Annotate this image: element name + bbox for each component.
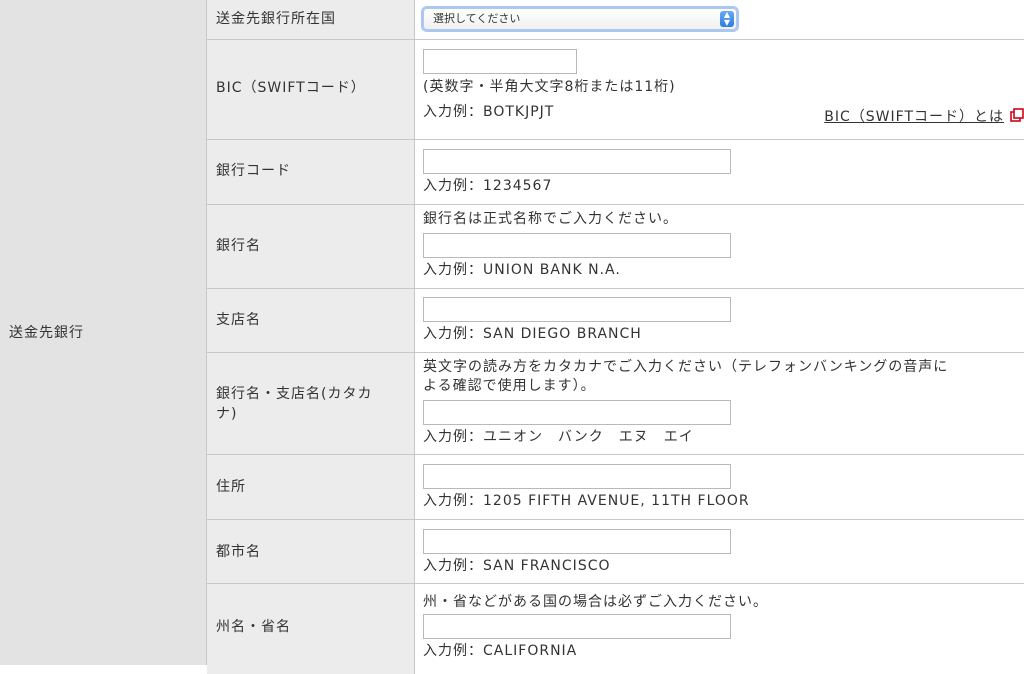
country-select-value: 選択してください [433, 12, 521, 25]
bank-code-example: 入力例：1234567 [423, 178, 553, 194]
row-city: 都市名 入力例：SAN FRANCISCO [207, 520, 1024, 584]
section-label: 送金先銀行 [9, 325, 84, 341]
row-bank-code: 銀行コード 入力例：1234567 [207, 140, 1024, 205]
address-label: 住所 [216, 479, 246, 495]
bic-hint: (英数字・半角大文字8桁または11桁) [423, 79, 676, 95]
address-example: 入力例：1205 FIFTH AVENUE, 11TH FLOOR [423, 493, 750, 509]
row-bic: BIC（SWIFTコード） (英数字・半角大文字8桁または11桁) 入力例：BO… [207, 40, 1024, 140]
row-state: 州名・省名 州・省などがある国の場合は必ずご入力ください。 入力例：CALIFO… [207, 584, 1024, 674]
city-example: 入力例：SAN FRANCISCO [423, 558, 611, 574]
branch-input[interactable] [423, 297, 731, 322]
kana-label-line2: ナ) [216, 406, 238, 422]
state-input[interactable] [423, 614, 731, 639]
kana-note-line1: 英文字の読み方をカタカナでご入力ください（テレフォンバンキングの音声に [423, 359, 949, 375]
bank-name-input[interactable] [423, 233, 731, 258]
kana-example: 入力例：ユニオン バンク エヌ エイ [423, 429, 694, 445]
kana-label-line1: 銀行名・支店名(カタカ [216, 386, 373, 402]
row-branch: 支店名 入力例：SAN DIEGO BRANCH [207, 289, 1024, 353]
external-link-icon [1010, 108, 1024, 122]
bic-info-link[interactable]: BIC（SWIFTコード）とは [824, 106, 1004, 126]
country-label: 送金先銀行所在国 [216, 11, 336, 27]
state-note: 州・省などがある国の場合は必ずご入力ください。 [423, 594, 768, 610]
city-label: 都市名 [216, 544, 261, 560]
bank-code-input[interactable] [423, 149, 731, 174]
row-kana: 銀行名・支店名(カタカ ナ) 英文字の読み方をカタカナでご入力ください（テレフォ… [207, 353, 1024, 455]
row-bank-name: 銀行名 銀行名は正式名称でご入力ください。 入力例：UNION BANK N.A… [207, 205, 1024, 289]
country-select[interactable]: 選択してください ▲ ▼ [423, 8, 737, 30]
branch-label: 支店名 [216, 312, 261, 328]
section-label-cell: 送金先銀行 [0, 0, 207, 665]
bank-name-note: 銀行名は正式名称でご入力ください。 [423, 211, 678, 227]
select-arrows-icon: ▲ ▼ [720, 11, 734, 27]
row-country: 送金先銀行所在国 選択してください ▲ ▼ [207, 0, 1024, 40]
bic-input[interactable] [423, 49, 577, 74]
bank-name-label: 銀行名 [216, 238, 261, 254]
remittance-bank-form: 送金先銀行 送金先銀行所在国 選択してください ▲ ▼ BIC（SWIFTコード）… [0, 0, 1024, 674]
address-input[interactable] [423, 464, 731, 489]
bank-name-example: 入力例：UNION BANK N.A. [423, 262, 621, 278]
city-input[interactable] [423, 529, 731, 554]
state-example: 入力例：CALIFORNIA [423, 643, 578, 659]
bic-label: BIC（SWIFTコード） [216, 80, 366, 96]
kana-input[interactable] [423, 400, 731, 425]
state-label: 州名・省名 [216, 619, 291, 635]
branch-example: 入力例：SAN DIEGO BRANCH [423, 326, 642, 342]
bank-code-label: 銀行コード [216, 163, 291, 179]
kana-note-line2: よる確認で使用します）。 [423, 378, 596, 394]
row-address: 住所 入力例：1205 FIFTH AVENUE, 11TH FLOOR [207, 455, 1024, 520]
bic-example: 入力例：BOTKJPJT [423, 104, 555, 120]
